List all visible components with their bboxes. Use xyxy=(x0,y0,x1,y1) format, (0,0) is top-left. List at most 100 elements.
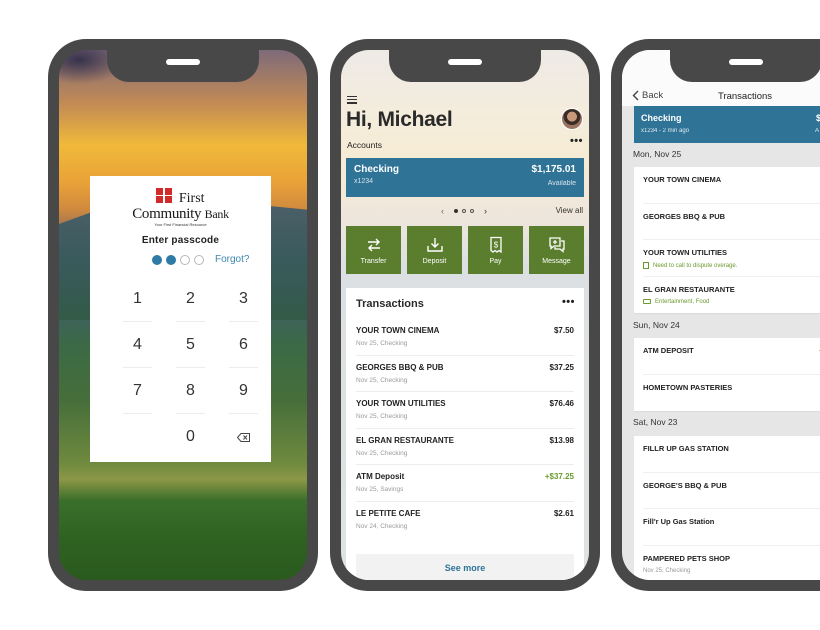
avatar[interactable] xyxy=(561,108,583,130)
transaction-detail: Nov 25, Checking xyxy=(356,340,408,347)
back-label: Back xyxy=(642,90,664,101)
transactions-screen: Back Transactions Checking x1234 - 2 min… xyxy=(622,50,820,580)
transaction-group: ATM DEPOSIT + HOMETOWN PASTERIES xyxy=(634,338,820,411)
transactions-title: Transactions xyxy=(356,298,424,310)
backspace-icon xyxy=(237,432,250,442)
message-label: Message xyxy=(542,257,571,265)
note-icon xyxy=(643,262,649,269)
transactions-card: Transactions ••• YOUR TOWN CINEMA Nov 25… xyxy=(346,288,584,580)
key-8[interactable]: 8 xyxy=(164,368,217,414)
key-1[interactable]: 1 xyxy=(111,276,164,322)
transaction-row[interactable]: YOUR TOWN CINEMA xyxy=(643,167,820,204)
keypad: 1 2 3 4 5 6 7 8 9 0 xyxy=(111,276,271,460)
transaction-row[interactable]: ATM DEPOSIT + xyxy=(643,338,820,375)
transaction-row[interactable]: GEORGES BBQ & PUB Nov 25, Checking $37.2… xyxy=(356,356,574,392)
see-more-button[interactable]: See more xyxy=(356,554,574,580)
transaction-group: FILLR UP GAS STATION GEORGE'S BBQ & PUB … xyxy=(634,436,820,580)
passcode-prompt: Enter passcode xyxy=(141,235,220,246)
transactions-more-icon[interactable]: ••• xyxy=(562,296,575,308)
transaction-row[interactable]: Fill'r Up Gas Station xyxy=(643,509,820,546)
passcode-dot-filled xyxy=(152,254,162,265)
transaction-row[interactable]: EL GRAN RESTAURANTE Nov 25, Checking $13… xyxy=(356,429,574,465)
logo-first: First xyxy=(178,191,205,206)
logo-bank: Bank xyxy=(204,207,229,221)
transaction-group: YOUR TOWN CINEMA GEORGES BBQ & PUB YOUR … xyxy=(634,167,820,313)
transaction-row[interactable]: GEORGES BBQ & PUB xyxy=(643,204,820,240)
accounts-label: Accounts xyxy=(347,140,382,150)
key-9[interactable]: 9 xyxy=(217,368,270,414)
transaction-name: GEORGES BBQ & PUB xyxy=(356,362,444,372)
transaction-row[interactable]: HOMETOWN PASTERIES xyxy=(643,375,820,412)
transaction-detail: Nov 25, Checking xyxy=(356,449,408,457)
message-button[interactable]: Message xyxy=(529,226,584,274)
transaction-amount: $13.98 xyxy=(549,435,574,445)
transaction-name: YOUR TOWN CINEMA xyxy=(356,326,440,335)
transaction-detail: Nov 25, Savings xyxy=(356,486,404,493)
transaction-name: YOUR TOWN UTILITIES xyxy=(356,399,446,408)
key-6[interactable]: 6 xyxy=(217,322,270,368)
key-2[interactable]: 2 xyxy=(164,276,217,322)
transaction-row[interactable]: LE PETITE CAFE Nov 24, Checking $2.61 xyxy=(356,502,574,539)
transaction-detail: Nov 24, Checking xyxy=(356,522,408,530)
transaction-amount: $76.46 xyxy=(549,399,574,408)
transaction-row[interactable]: FILLR UP GAS STATION xyxy=(643,436,820,473)
phone-notch xyxy=(670,50,820,82)
back-button[interactable]: Back xyxy=(632,90,663,101)
key-7[interactable]: 7 xyxy=(111,368,164,414)
key-empty xyxy=(111,414,164,460)
account-banner[interactable]: Checking x1234 - 2 min ago $ A xyxy=(634,106,820,143)
key-4[interactable]: 4 xyxy=(111,322,164,368)
chevron-left-icon xyxy=(632,90,639,101)
phone-login: First Community Bank Your First Financia… xyxy=(48,39,318,591)
transaction-amount: $37.25 xyxy=(549,362,574,372)
key-5[interactable]: 5 xyxy=(164,322,217,368)
accounts-more-icon[interactable]: ••• xyxy=(570,135,583,147)
view-all-link[interactable]: View all xyxy=(556,206,583,215)
pay-button[interactable]: $ Pay xyxy=(468,226,523,274)
transaction-row[interactable]: EL GRAN RESTAURANTE Entertainment, Food xyxy=(643,277,820,314)
transaction-name: LE PETITE CAFE xyxy=(356,508,421,518)
transaction-name: EL GRAN RESTAURANTE xyxy=(356,435,454,445)
speaker-icon xyxy=(166,59,200,65)
chevron-left-icon[interactable]: ‹ xyxy=(441,206,444,216)
tag-icon xyxy=(643,299,651,304)
transaction-row[interactable]: PAMPERED PETS SHOP Nov 25, Checking xyxy=(643,546,820,581)
transfer-icon xyxy=(367,238,380,251)
account-card-checking[interactable]: Checking x1234 $1,175.01 Available xyxy=(346,158,584,197)
transaction-row[interactable]: YOUR TOWN UTILITIES Need to call to disp… xyxy=(643,240,820,277)
message-icon xyxy=(548,236,565,253)
transactions-list: YOUR TOWN CINEMA Nov 25, Checking $7.50 … xyxy=(346,319,584,538)
key-0[interactable]: 0 xyxy=(164,414,217,460)
svg-text:$: $ xyxy=(493,240,498,249)
backspace-button[interactable] xyxy=(217,414,270,460)
date-header: Sat, Nov 23 xyxy=(633,417,678,427)
pager-dot xyxy=(462,209,466,213)
account-sub: x1234 - 2 min ago xyxy=(641,128,690,134)
transaction-row[interactable]: YOUR TOWN UTILITIES Nov 25, Checking $76… xyxy=(356,392,574,429)
account-name: Checking xyxy=(641,113,682,123)
transfer-label: Transfer xyxy=(360,257,387,265)
forgot-passcode-link[interactable]: Forgot? xyxy=(215,254,249,265)
transaction-row[interactable]: GEORGE'S BBQ & PUB xyxy=(643,473,820,509)
transaction-name: ATM Deposit xyxy=(356,472,405,481)
speaker-icon xyxy=(448,59,482,65)
transaction-name: YOUR TOWN CINEMA xyxy=(643,175,722,184)
passcode-dot-filled xyxy=(166,254,176,265)
chevron-right-icon[interactable]: › xyxy=(484,206,487,216)
deposit-button[interactable]: Deposit xyxy=(407,226,462,274)
key-3[interactable]: 3 xyxy=(217,276,270,322)
app-showcase: First Community Bank Your First Financia… xyxy=(0,0,820,630)
transaction-detail: Nov 25, Checking xyxy=(356,413,408,420)
login-card: First Community Bank Your First Financia… xyxy=(90,176,271,462)
transfer-button[interactable]: Transfer xyxy=(346,226,401,274)
transaction-name: Fill'r Up Gas Station xyxy=(643,517,715,526)
menu-icon[interactable] xyxy=(347,96,357,104)
date-header: Sun, Nov 24 xyxy=(633,320,680,330)
transaction-name: PAMPERED PETS SHOP xyxy=(643,553,730,563)
account-number: x1234 xyxy=(354,178,374,185)
transaction-name: GEORGE'S BBQ & PUB xyxy=(643,480,727,490)
transaction-row[interactable]: YOUR TOWN CINEMA Nov 25, Checking $7.50 xyxy=(356,319,574,356)
transaction-row[interactable]: ATM Deposit Nov 25, Savings +$37.25 xyxy=(356,465,574,502)
account-balance: $ xyxy=(816,113,820,123)
deposit-icon xyxy=(426,237,443,252)
